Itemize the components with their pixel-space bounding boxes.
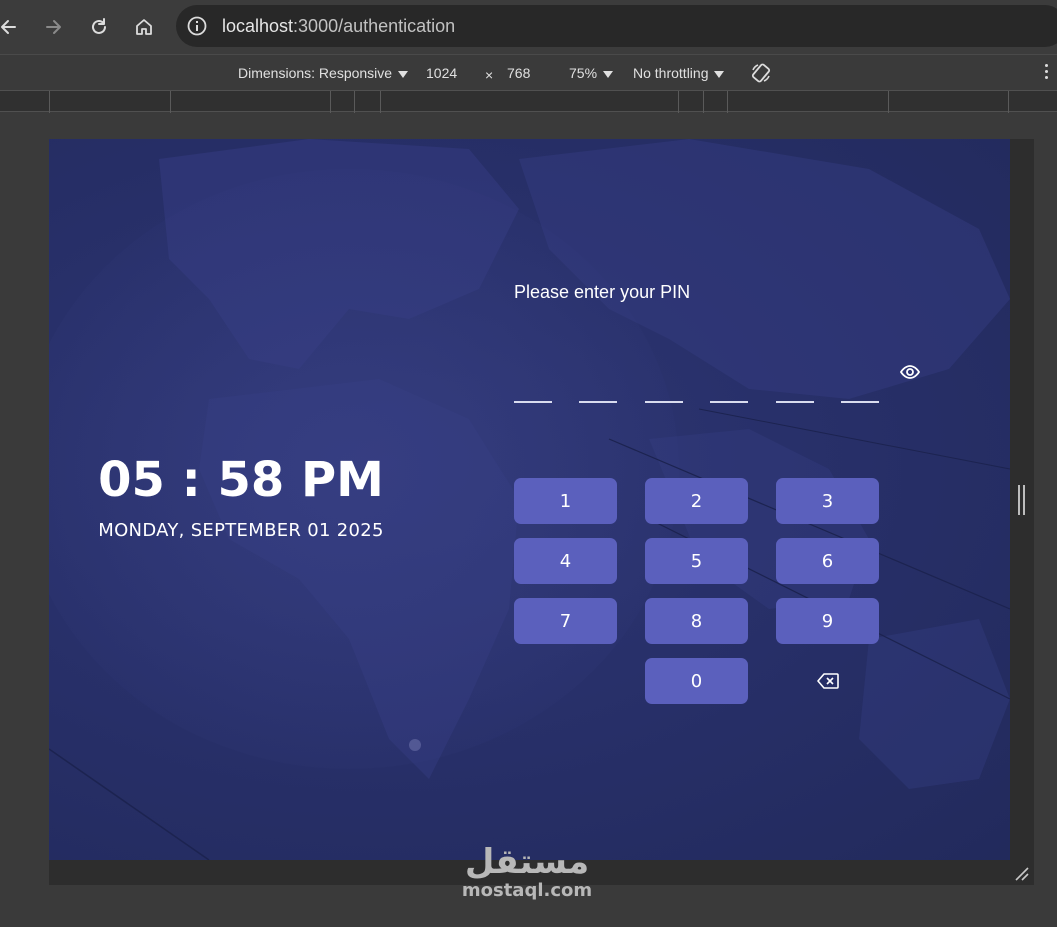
zoom-dropdown[interactable]: 75% [569, 65, 614, 81]
pin-digit-slot [776, 401, 814, 403]
pin-digit-slot [841, 401, 879, 403]
home-icon[interactable] [129, 12, 159, 42]
back-arrow-icon[interactable] [0, 12, 24, 42]
keypad-key-2[interactable]: 2 [645, 478, 748, 524]
auth-screen: 05 : 58 PM MONDAY, SEPTEMBER 01 2025 Ple… [49, 139, 1010, 860]
keypad-key-9[interactable]: 9 [776, 598, 879, 644]
site-info-icon[interactable] [186, 15, 208, 37]
dimensions-dropdown[interactable]: Dimensions: Responsive [238, 65, 409, 81]
url-host: localhost [222, 15, 294, 36]
pin-digit-slot [579, 401, 617, 403]
chevron-down-icon [603, 70, 614, 78]
zoom-label: 75% [569, 65, 598, 81]
throttling-label: No throttling [633, 65, 709, 81]
device-toolbar: Dimensions: Responsive 1024 × 768 75% No… [0, 54, 1057, 90]
pin-prompt: Please enter your PIN [514, 282, 691, 302]
eye-icon[interactable] [899, 361, 921, 383]
backspace-icon [816, 673, 839, 689]
corner-resize-icon[interactable] [1012, 864, 1030, 882]
keypad-key-0[interactable]: 0 [645, 658, 748, 704]
keypad-key-8[interactable]: 8 [645, 598, 748, 644]
clock-time: 05 : 58 PM [98, 452, 384, 508]
right-resize-handle[interactable] [1010, 139, 1034, 860]
rotate-icon[interactable] [750, 62, 772, 87]
forward-arrow-icon[interactable] [38, 12, 68, 42]
address-bar[interactable]: localhost:3000/authentication [176, 5, 1057, 47]
reload-icon[interactable] [84, 12, 114, 42]
dimensions-label: Dimensions: Responsive [238, 65, 393, 81]
chevron-down-icon [398, 70, 409, 78]
keypad-key-1[interactable]: 1 [514, 478, 617, 524]
pin-digit-slot [645, 401, 683, 403]
browser-toolbar: localhost:3000/authentication [0, 0, 1057, 54]
keypad-key-3[interactable]: 3 [776, 478, 879, 524]
pin-digit-slot [710, 401, 748, 403]
chevron-down-icon [714, 70, 725, 78]
media-query-ruler [0, 90, 1057, 113]
watermark: مستقل mostaql.com [452, 842, 602, 901]
throttling-dropdown[interactable]: No throttling [633, 65, 725, 81]
watermark-arabic: مستقل [464, 842, 590, 882]
backspace-button[interactable] [776, 658, 879, 704]
pin-digit-slot [514, 401, 552, 403]
keypad-key-4[interactable]: 4 [514, 538, 617, 584]
more-options-icon[interactable] [1045, 64, 1049, 82]
times-sign: × [485, 67, 494, 83]
url-text: localhost:3000/authentication [222, 16, 455, 37]
clock-date: MONDAY, SEPTEMBER 01 2025 [98, 520, 384, 541]
keypad-key-5[interactable]: 5 [645, 538, 748, 584]
height-field[interactable]: 768 [507, 65, 530, 81]
width-field[interactable]: 1024 [426, 65, 457, 81]
watermark-latin: mostaql.com [461, 880, 593, 901]
keypad-key-7[interactable]: 7 [514, 598, 617, 644]
keypad-key-6[interactable]: 6 [776, 538, 879, 584]
url-path: :3000/authentication [293, 15, 456, 36]
